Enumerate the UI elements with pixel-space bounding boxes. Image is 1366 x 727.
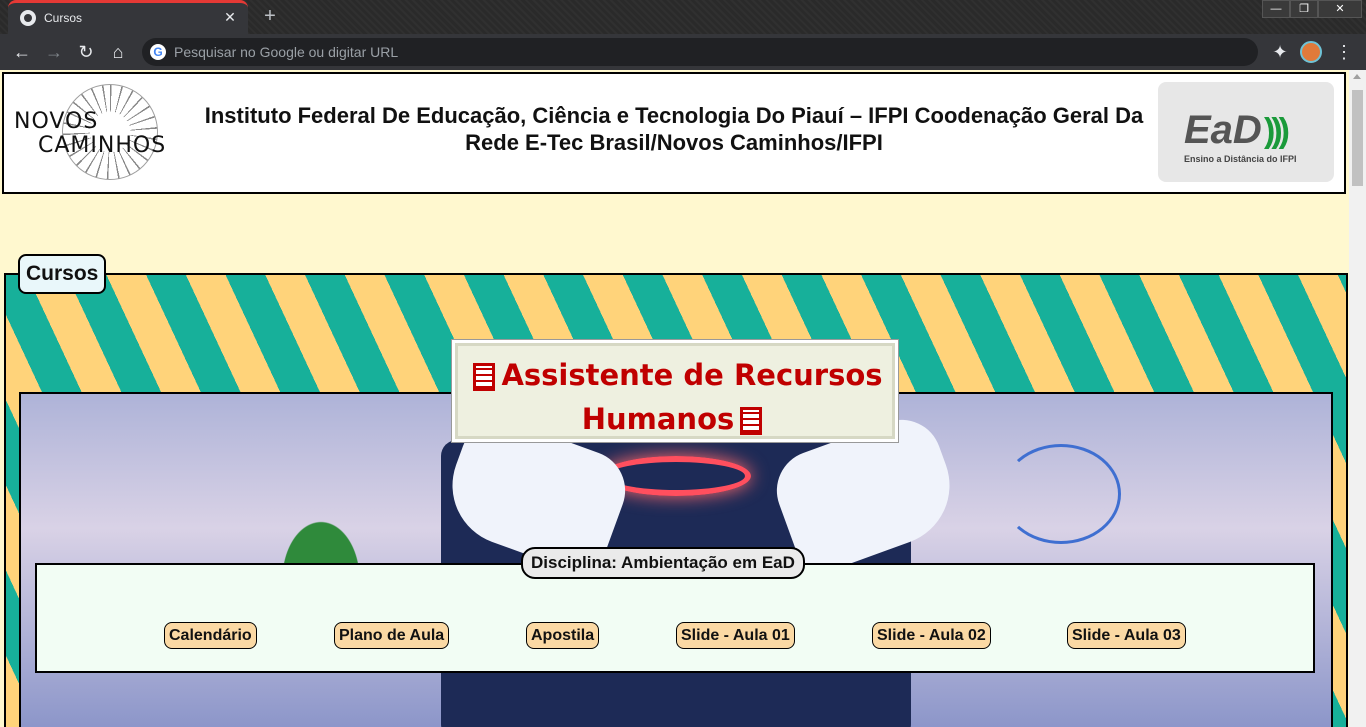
page-viewport: NOVOS CAMINHOS Instituto Federal De Educ… — [0, 70, 1366, 727]
course-title: Assistente de Recursos Humanos — [501, 358, 883, 436]
close-tab-icon[interactable]: ✕ — [220, 7, 240, 27]
page-header: NOVOS CAMINHOS Instituto Federal De Educ… — [2, 72, 1346, 194]
link-slide-aula-03[interactable]: Slide - Aula 03 — [1067, 622, 1186, 649]
scroll-up-arrow-icon[interactable] — [1353, 74, 1361, 79]
page-title: Instituto Federal De Educação, Ciência e… — [204, 103, 1144, 155]
link-apostila[interactable]: Apostila — [526, 622, 600, 649]
course-title-wrapper: Assistente de Recursos Humanos — [455, 353, 895, 441]
globe-icon — [20, 10, 36, 26]
cursos-legend: Cursos — [18, 254, 107, 294]
discipline-legend: Disciplina: Ambientação em EaD — [521, 547, 805, 579]
tab-cursos[interactable]: Cursos ✕ — [8, 0, 248, 34]
profile-avatar[interactable] — [1300, 41, 1322, 63]
vertical-scrollbar[interactable] — [1349, 70, 1366, 727]
forward-icon[interactable]: → — [42, 40, 66, 64]
documents-icon — [473, 363, 496, 391]
omnibox[interactable]: G — [142, 38, 1258, 66]
reload-icon[interactable]: ↻ — [74, 40, 98, 64]
address-input[interactable] — [174, 38, 1244, 66]
logo-line-2: CAMINHOS — [38, 133, 167, 158]
scroll-thumb[interactable] — [1352, 90, 1363, 186]
ead-logo: EaD ))) Ensino a Distância do IFPI — [1158, 82, 1334, 182]
menu-icon[interactable]: ⋮ — [1332, 40, 1356, 64]
back-icon[interactable]: ← — [10, 40, 34, 64]
browser-toolbar: ← → ↻ ⌂ G ✦ ⋮ — [0, 34, 1366, 70]
extensions-icon[interactable]: ✦ — [1268, 40, 1292, 64]
cable-illustration — [1001, 444, 1121, 544]
browser-tab-strip: Cursos ✕ + — ❐ ✕ — [0, 0, 1366, 34]
document-icon — [740, 407, 763, 435]
restore-button[interactable]: ❐ — [1290, 0, 1318, 18]
window-controls: — ❐ ✕ — [1262, 0, 1362, 18]
signal-arcs-icon: ))) — [1264, 112, 1290, 150]
course-title-box: Assistente de Recursos Humanos — [451, 339, 899, 443]
minimize-button[interactable]: — — [1262, 0, 1290, 18]
home-icon[interactable]: ⌂ — [106, 40, 130, 64]
new-tab-button[interactable]: + — [258, 4, 282, 28]
ead-logo-subtitle: Ensino a Distância do IFPI — [1184, 154, 1297, 164]
link-slide-aula-02[interactable]: Slide - Aula 02 — [872, 622, 991, 649]
tab-title: Cursos — [44, 11, 83, 25]
ead-logo-text: EaD — [1184, 108, 1262, 152]
link-slide-aula-01[interactable]: Slide - Aula 01 — [676, 622, 795, 649]
link-calendario[interactable]: Calendário — [164, 622, 257, 649]
discipline-section — [35, 563, 1315, 673]
logo-line-1: NOVOS — [14, 109, 99, 134]
google-icon: G — [150, 44, 166, 60]
close-window-button[interactable]: ✕ — [1318, 0, 1362, 18]
novos-caminhos-logo: NOVOS CAMINHOS — [12, 82, 190, 182]
link-plano-de-aula[interactable]: Plano de Aula — [334, 622, 450, 649]
